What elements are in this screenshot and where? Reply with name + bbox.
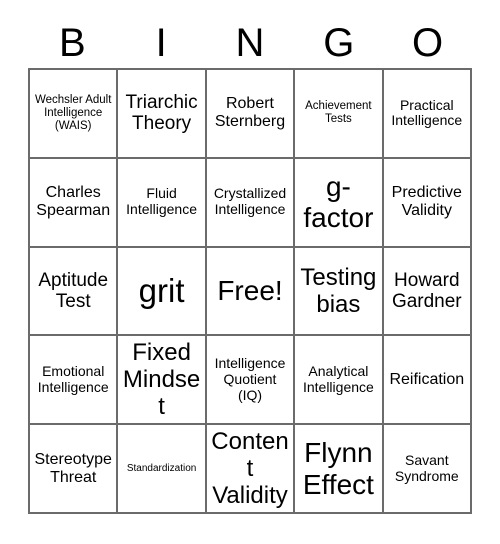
bingo-cell-label: Triarchic Theory bbox=[125, 91, 198, 135]
bingo-cell-label: Predictive Validity bbox=[391, 184, 462, 220]
bingo-cell-free[interactable]: Free! bbox=[206, 247, 296, 337]
bingo-card: B I N G O Wechsler Adult Intelligence (W… bbox=[0, 0, 500, 544]
bingo-cell-label: Achievement Tests bbox=[305, 100, 372, 126]
bingo-cell-label: Robert Sternberg bbox=[214, 95, 286, 131]
bingo-cell[interactable]: Fluid Intelligence bbox=[118, 158, 207, 248]
bingo-cell[interactable]: Analytical Intelligence bbox=[295, 336, 384, 426]
bingo-cell-label: Howard Gardner bbox=[391, 269, 462, 312]
bingo-cell[interactable]: Robert Sternberg bbox=[206, 70, 296, 159]
bingo-cell-label: Fluid Intelligence bbox=[126, 185, 197, 218]
bingo-cell[interactable]: Content Validity bbox=[206, 425, 296, 514]
bingo-cell[interactable]: Howard Gardner bbox=[383, 247, 472, 337]
bingo-cell-label: Stereotype Threat bbox=[34, 450, 112, 486]
bingo-cell-label: Wechsler Adult Intelligence (WAIS) bbox=[34, 93, 112, 132]
bingo-cell-label: Charles Spearman bbox=[36, 184, 111, 220]
header-letter-b: B bbox=[59, 21, 86, 65]
bingo-cell[interactable]: Charles Spearman bbox=[30, 158, 119, 248]
bingo-cell[interactable]: Intelligence Quotient (IQ) bbox=[206, 336, 296, 426]
bingo-cell[interactable]: Fixed Mindset bbox=[118, 336, 207, 426]
bingo-cell-label: Intelligence Quotient (IQ) bbox=[214, 355, 286, 403]
bingo-cell-label: Analytical Intelligence bbox=[302, 362, 374, 395]
bingo-cell-label: Content Validity bbox=[211, 427, 289, 510]
header-letter-g: G bbox=[323, 21, 355, 65]
bingo-cell-label: Savant Syndrome bbox=[394, 451, 459, 484]
bingo-cell[interactable]: Stereotype Threat bbox=[30, 425, 119, 514]
header-letter-o: O bbox=[412, 21, 444, 65]
bingo-cell[interactable]: Wechsler Adult Intelligence (WAIS) bbox=[30, 70, 119, 159]
bingo-cell-label: Emotional Intelligence bbox=[37, 362, 109, 395]
bingo-cell[interactable]: Testing bias bbox=[295, 247, 384, 337]
bingo-cell-label: Crystallized Intelligence bbox=[213, 185, 287, 218]
bingo-cell-label: Testing bias bbox=[300, 263, 377, 318]
bingo-grid: Wechsler Adult Intelligence (WAIS) Triar… bbox=[28, 68, 472, 514]
bingo-cell[interactable]: Flynn Effect bbox=[295, 425, 384, 514]
bingo-cell[interactable]: grit bbox=[118, 247, 207, 337]
bingo-cell[interactable]: Triarchic Theory bbox=[118, 70, 207, 159]
bingo-cell[interactable]: Aptitude Test bbox=[30, 247, 119, 337]
header-letter-i: I bbox=[155, 21, 167, 65]
bingo-cell-label: Flynn Effect bbox=[302, 436, 374, 500]
header-letter-n: N bbox=[235, 21, 265, 65]
bingo-cell[interactable]: Emotional Intelligence bbox=[30, 336, 119, 426]
bingo-cell-label: Standardization bbox=[126, 462, 197, 474]
bingo-cell-label: Fixed Mindset bbox=[122, 339, 201, 421]
bingo-cell[interactable]: Achievement Tests bbox=[295, 70, 384, 159]
bingo-cell-label: Free! bbox=[217, 275, 283, 307]
bingo-cell-label: Aptitude Test bbox=[38, 269, 109, 312]
bingo-header: B I N G O bbox=[28, 18, 472, 68]
bingo-cell[interactable]: Reification bbox=[383, 336, 472, 426]
bingo-cell-label: g-factor bbox=[303, 170, 374, 234]
bingo-cell-label: grit bbox=[138, 272, 185, 310]
bingo-cell[interactable]: Crystallized Intelligence bbox=[206, 158, 296, 248]
bingo-cell[interactable]: g-factor bbox=[295, 158, 384, 248]
bingo-cell[interactable]: Standardization bbox=[118, 425, 207, 514]
bingo-cell[interactable]: Savant Syndrome bbox=[383, 425, 472, 514]
bingo-cell[interactable]: Predictive Validity bbox=[383, 158, 472, 248]
bingo-cell[interactable]: Practical Intelligence bbox=[383, 70, 472, 159]
bingo-cell-label: Reification bbox=[389, 370, 465, 388]
bingo-cell-label: Practical Intelligence bbox=[391, 96, 463, 129]
